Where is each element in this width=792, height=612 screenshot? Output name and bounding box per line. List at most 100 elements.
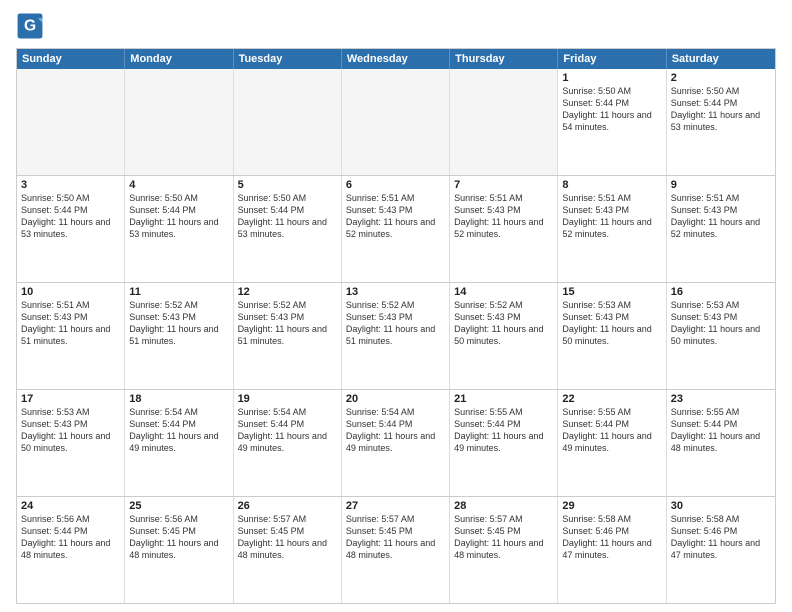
calendar-cell bbox=[125, 69, 233, 175]
day-info: Sunrise: 5:54 AMSunset: 5:44 PMDaylight:… bbox=[238, 406, 337, 455]
calendar-cell: 4Sunrise: 5:50 AMSunset: 5:44 PMDaylight… bbox=[125, 176, 233, 282]
day-info: Sunrise: 5:50 AMSunset: 5:44 PMDaylight:… bbox=[21, 192, 120, 241]
calendar-cell bbox=[450, 69, 558, 175]
day-number: 15 bbox=[562, 286, 661, 298]
day-number: 4 bbox=[129, 179, 228, 191]
day-number: 20 bbox=[346, 393, 445, 405]
day-info: Sunrise: 5:50 AMSunset: 5:44 PMDaylight:… bbox=[671, 85, 771, 134]
day-info: Sunrise: 5:58 AMSunset: 5:46 PMDaylight:… bbox=[562, 513, 661, 562]
calendar-cell: 18Sunrise: 5:54 AMSunset: 5:44 PMDayligh… bbox=[125, 390, 233, 496]
day-info: Sunrise: 5:52 AMSunset: 5:43 PMDaylight:… bbox=[238, 299, 337, 348]
calendar-cell: 25Sunrise: 5:56 AMSunset: 5:45 PMDayligh… bbox=[125, 497, 233, 603]
calendar-week-1: 1 Sunrise: 5:50 AMSunset: 5:44 PMDaylight… bbox=[17, 69, 775, 176]
calendar-cell: 21Sunrise: 5:55 AMSunset: 5:44 PMDayligh… bbox=[450, 390, 558, 496]
calendar-cell: 19Sunrise: 5:54 AMSunset: 5:44 PMDayligh… bbox=[234, 390, 342, 496]
day-number: 12 bbox=[238, 286, 337, 298]
day-number: 7 bbox=[454, 179, 553, 191]
calendar-cell: 3Sunrise: 5:50 AMSunset: 5:44 PMDaylight… bbox=[17, 176, 125, 282]
day-info: Sunrise: 5:51 AMSunset: 5:43 PMDaylight:… bbox=[671, 192, 771, 241]
day-number: 13 bbox=[346, 286, 445, 298]
calendar-cell: 1Sunrise: 5:50 AMSunset: 5:44 PMDaylight… bbox=[558, 69, 666, 175]
calendar-cell: 28Sunrise: 5:57 AMSunset: 5:45 PMDayligh… bbox=[450, 497, 558, 603]
calendar-cell: 24Sunrise: 5:56 AMSunset: 5:44 PMDayligh… bbox=[17, 497, 125, 603]
calendar-cell bbox=[234, 69, 342, 175]
weekday-header-friday: Friday bbox=[558, 49, 666, 69]
day-number: 26 bbox=[238, 500, 337, 512]
calendar-cell: 5Sunrise: 5:50 AMSunset: 5:44 PMDaylight… bbox=[234, 176, 342, 282]
day-info: Sunrise: 5:54 AMSunset: 5:44 PMDaylight:… bbox=[346, 406, 445, 455]
calendar-cell: 9Sunrise: 5:51 AMSunset: 5:43 PMDaylight… bbox=[667, 176, 775, 282]
calendar-cell: 6Sunrise: 5:51 AMSunset: 5:43 PMDaylight… bbox=[342, 176, 450, 282]
logo: G bbox=[16, 12, 46, 40]
day-number: 2 bbox=[671, 72, 771, 84]
calendar-cell: 16Sunrise: 5:53 AMSunset: 5:43 PMDayligh… bbox=[667, 283, 775, 389]
day-number: 27 bbox=[346, 500, 445, 512]
day-number: 30 bbox=[671, 500, 771, 512]
calendar-cell: 8Sunrise: 5:51 AMSunset: 5:43 PMDaylight… bbox=[558, 176, 666, 282]
day-info: Sunrise: 5:51 AMSunset: 5:43 PMDaylight:… bbox=[21, 299, 120, 348]
day-info: Sunrise: 5:53 AMSunset: 5:43 PMDaylight:… bbox=[671, 299, 771, 348]
svg-text:G: G bbox=[24, 18, 36, 35]
day-info: Sunrise: 5:55 AMSunset: 5:44 PMDaylight:… bbox=[562, 406, 661, 455]
calendar-cell: 22Sunrise: 5:55 AMSunset: 5:44 PMDayligh… bbox=[558, 390, 666, 496]
day-info: Sunrise: 5:57 AMSunset: 5:45 PMDaylight:… bbox=[238, 513, 337, 562]
logo-icon: G bbox=[16, 12, 44, 40]
day-info: Sunrise: 5:51 AMSunset: 5:43 PMDaylight:… bbox=[346, 192, 445, 241]
weekday-header-monday: Monday bbox=[125, 49, 233, 69]
calendar-cell: 13Sunrise: 5:52 AMSunset: 5:43 PMDayligh… bbox=[342, 283, 450, 389]
day-info: Sunrise: 5:58 AMSunset: 5:46 PMDaylight:… bbox=[671, 513, 771, 562]
calendar-cell: 12Sunrise: 5:52 AMSunset: 5:43 PMDayligh… bbox=[234, 283, 342, 389]
day-info: Sunrise: 5:57 AMSunset: 5:45 PMDaylight:… bbox=[454, 513, 553, 562]
day-info: Sunrise: 5:56 AMSunset: 5:45 PMDaylight:… bbox=[129, 513, 228, 562]
day-number: 19 bbox=[238, 393, 337, 405]
day-number: 11 bbox=[129, 286, 228, 298]
calendar-cell bbox=[17, 69, 125, 175]
calendar-cell: 27Sunrise: 5:57 AMSunset: 5:45 PMDayligh… bbox=[342, 497, 450, 603]
calendar-week-4: 17Sunrise: 5:53 AMSunset: 5:43 PMDayligh… bbox=[17, 390, 775, 497]
page: G SundayMondayTuesdayWednesdayThursdayFr… bbox=[0, 0, 792, 612]
calendar-cell: 2Sunrise: 5:50 AMSunset: 5:44 PMDaylight… bbox=[667, 69, 775, 175]
day-number: 22 bbox=[562, 393, 661, 405]
day-number: 10 bbox=[21, 286, 120, 298]
day-number: 17 bbox=[21, 393, 120, 405]
day-number: 28 bbox=[454, 500, 553, 512]
day-number: 23 bbox=[671, 393, 771, 405]
weekday-header-thursday: Thursday bbox=[450, 49, 558, 69]
day-info: Sunrise: 5:56 AMSunset: 5:44 PMDaylight:… bbox=[21, 513, 120, 562]
calendar-week-3: 10Sunrise: 5:51 AMSunset: 5:43 PMDayligh… bbox=[17, 283, 775, 390]
weekday-header-saturday: Saturday bbox=[667, 49, 775, 69]
day-info: Sunrise: 5:53 AMSunset: 5:43 PMDaylight:… bbox=[562, 299, 661, 348]
day-number: 24 bbox=[21, 500, 120, 512]
day-number: 14 bbox=[454, 286, 553, 298]
day-number: 3 bbox=[21, 179, 120, 191]
day-info: Sunrise: 5:52 AMSunset: 5:43 PMDaylight:… bbox=[346, 299, 445, 348]
day-number: 1 bbox=[562, 72, 661, 84]
day-info: Sunrise: 5:53 AMSunset: 5:43 PMDaylight:… bbox=[21, 406, 120, 455]
day-number: 5 bbox=[238, 179, 337, 191]
day-number: 21 bbox=[454, 393, 553, 405]
day-info: Sunrise: 5:55 AMSunset: 5:44 PMDaylight:… bbox=[454, 406, 553, 455]
calendar-cell: 7Sunrise: 5:51 AMSunset: 5:43 PMDaylight… bbox=[450, 176, 558, 282]
day-number: 16 bbox=[671, 286, 771, 298]
calendar-cell: 11Sunrise: 5:52 AMSunset: 5:43 PMDayligh… bbox=[125, 283, 233, 389]
day-info: Sunrise: 5:51 AMSunset: 5:43 PMDaylight:… bbox=[454, 192, 553, 241]
day-info: Sunrise: 5:57 AMSunset: 5:45 PMDaylight:… bbox=[346, 513, 445, 562]
calendar-cell: 23Sunrise: 5:55 AMSunset: 5:44 PMDayligh… bbox=[667, 390, 775, 496]
calendar: SundayMondayTuesdayWednesdayThursdayFrid… bbox=[16, 48, 776, 604]
weekday-header-sunday: Sunday bbox=[17, 49, 125, 69]
header: G bbox=[16, 12, 776, 40]
weekday-header-wednesday: Wednesday bbox=[342, 49, 450, 69]
day-number: 6 bbox=[346, 179, 445, 191]
day-info: Sunrise: 5:52 AMSunset: 5:43 PMDaylight:… bbox=[129, 299, 228, 348]
calendar-week-5: 24Sunrise: 5:56 AMSunset: 5:44 PMDayligh… bbox=[17, 497, 775, 603]
calendar-cell: 29Sunrise: 5:58 AMSunset: 5:46 PMDayligh… bbox=[558, 497, 666, 603]
day-number: 18 bbox=[129, 393, 228, 405]
calendar-cell: 15Sunrise: 5:53 AMSunset: 5:43 PMDayligh… bbox=[558, 283, 666, 389]
calendar-cell: 20Sunrise: 5:54 AMSunset: 5:44 PMDayligh… bbox=[342, 390, 450, 496]
day-number: 9 bbox=[671, 179, 771, 191]
day-number: 8 bbox=[562, 179, 661, 191]
day-info: Sunrise: 5:54 AMSunset: 5:44 PMDaylight:… bbox=[129, 406, 228, 455]
day-info: Sunrise: 5:50 AMSunset: 5:44 PMDaylight:… bbox=[238, 192, 337, 241]
weekday-header-tuesday: Tuesday bbox=[234, 49, 342, 69]
calendar-body: 1 Sunrise: 5:50 AMSunset: 5:44 PMDaylight… bbox=[17, 69, 775, 603]
